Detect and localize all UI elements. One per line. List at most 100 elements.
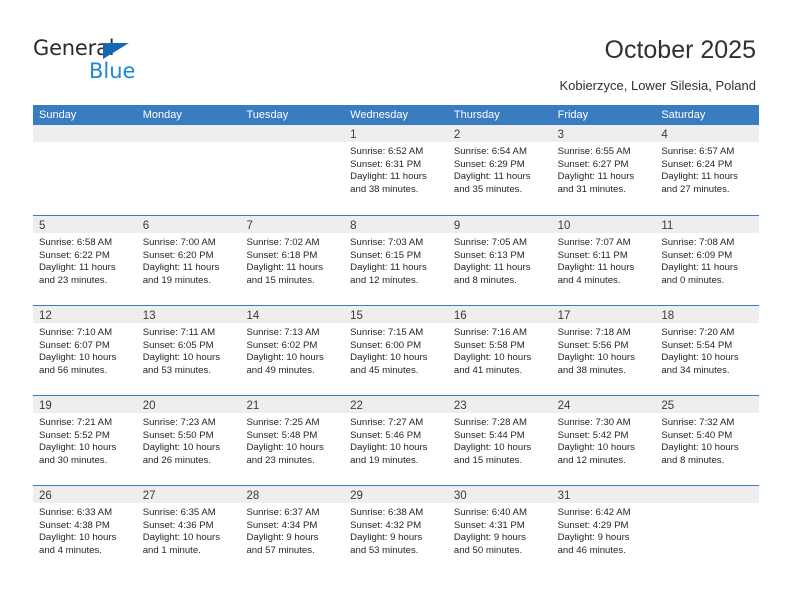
daylight-text-line2: and 19 minutes. bbox=[350, 454, 419, 466]
calendar-day-cell[interactable]: 13 Sunrise: 7:11 AM Sunset: 6:05 PM Dayligh… bbox=[136, 306, 241, 395]
calendar-day-cell[interactable]: 11 Sunrise: 7:08 AM Sunset: 6:09 PM Dayligh… bbox=[655, 216, 760, 305]
calendar-day-cell[interactable]: 8 Sunrise: 7:03 AM Sunset: 6:15 PM Daylight… bbox=[344, 216, 448, 305]
sunrise-text: Sunrise: 7:13 AM bbox=[246, 327, 320, 338]
day-number-band: 10 bbox=[551, 216, 656, 233]
daylight-text-line2: and 46 minutes. bbox=[557, 544, 626, 556]
sunrise-text: Sunrise: 7:28 AM bbox=[453, 417, 527, 428]
calendar-day-cell[interactable]: 20 Sunrise: 7:23 AM Sunset: 5:50 PM Dayligh… bbox=[136, 396, 241, 485]
day-details: Sunrise: 7:00 AM Sunset: 6:20 PM Daylight:… bbox=[137, 233, 241, 287]
day-number: 6 bbox=[142, 220, 150, 232]
calendar-page: General Blue October 2025 Kobierzyce, Lo… bbox=[0, 0, 792, 612]
daylight-text-line1: Daylight: 10 hours bbox=[557, 352, 635, 364]
calendar-day-cell[interactable]: 19 Sunrise: 7:21 AM Sunset: 5:52 PM Dayligh… bbox=[33, 396, 137, 485]
general-blue-logo[interactable]: General Blue bbox=[33, 36, 173, 88]
day-number: 10 bbox=[557, 220, 571, 232]
daylight-text-line1: Daylight: 9 hours bbox=[350, 532, 423, 544]
daylight-text-line2: and 1 minute. bbox=[142, 544, 201, 556]
day-number: 18 bbox=[661, 310, 675, 322]
calendar-day-cell[interactable]: 12 Sunrise: 7:10 AM Sunset: 6:07 PM Dayligh… bbox=[33, 306, 137, 395]
day-number: 9 bbox=[453, 220, 461, 232]
daylight-text-line2: and 12 minutes. bbox=[350, 274, 419, 286]
daylight-text-line2: and 30 minutes. bbox=[39, 454, 108, 466]
day-number: 15 bbox=[350, 310, 363, 322]
daylight-text-line1: Daylight: 10 hours bbox=[350, 352, 428, 364]
sunset-text: Sunset: 4:38 PM bbox=[39, 519, 110, 531]
sunset-text: Sunset: 6:15 PM bbox=[350, 249, 422, 261]
daylight-text-line2: and 4 minutes. bbox=[39, 544, 102, 556]
weekday-header-monday: Monday bbox=[142, 109, 182, 121]
day-number-band bbox=[33, 125, 137, 142]
calendar-day-cell[interactable]: 23 Sunrise: 7:28 AM Sunset: 5:44 PM Dayligh… bbox=[447, 396, 552, 485]
weekday-header-saturday: Saturday bbox=[661, 109, 706, 121]
calendar-day-cell[interactable]: 9 Sunrise: 7:05 AM Sunset: 6:13 PM Daylight… bbox=[447, 216, 552, 305]
daylight-text-line2: and 53 minutes. bbox=[350, 544, 419, 556]
calendar-day-cell[interactable]: 2 Sunrise: 6:54 AM Sunset: 6:29 PM Daylight… bbox=[447, 125, 552, 215]
sunrise-text: Sunrise: 7:15 AM bbox=[350, 327, 424, 338]
calendar-day-cell-empty bbox=[33, 125, 137, 215]
daylight-text-line2: and 41 minutes. bbox=[453, 364, 523, 376]
day-number-band: 21 bbox=[240, 396, 345, 413]
sunrise-text: Sunrise: 7:05 AM bbox=[453, 237, 527, 248]
calendar-day-cell[interactable]: 16 Sunrise: 7:16 AM Sunset: 5:58 PM Dayligh… bbox=[447, 306, 552, 395]
calendar-day-cell[interactable]: 15 Sunrise: 7:15 AM Sunset: 6:00 PM Dayligh… bbox=[344, 306, 448, 395]
day-number: 16 bbox=[453, 310, 467, 322]
daylight-text-line1: Daylight: 11 hours bbox=[557, 262, 635, 274]
daylight-text-line1: Daylight: 11 hours bbox=[453, 171, 531, 183]
calendar-day-cell[interactable]: 1 Sunrise: 6:52 AM Sunset: 6:31 PM Daylight… bbox=[344, 125, 448, 215]
day-number-band: 26 bbox=[33, 486, 137, 503]
calendar-day-cell[interactable]: 29 Sunrise: 6:38 AM Sunset: 4:32 PM Dayligh… bbox=[344, 486, 448, 575]
calendar-day-cell[interactable]: 18 Sunrise: 7:20 AM Sunset: 5:54 PM Dayligh… bbox=[655, 306, 760, 395]
day-number-band bbox=[240, 125, 345, 142]
day-number-band: 2 bbox=[447, 125, 552, 142]
calendar-week-row: 19 Sunrise: 7:21 AM Sunset: 5:52 PM Dayligh… bbox=[33, 395, 760, 485]
calendar-day-cell[interactable]: 6 Sunrise: 7:00 AM Sunset: 6:20 PM Daylight… bbox=[136, 216, 241, 305]
day-details: Sunrise: 6:57 AM Sunset: 6:24 PM Daylight:… bbox=[655, 142, 759, 196]
sunrise-text: Sunrise: 6:52 AM bbox=[350, 146, 424, 157]
day-details: Sunrise: 7:18 AM Sunset: 5:56 PM Daylight:… bbox=[552, 323, 656, 377]
sunset-text: Sunset: 6:00 PM bbox=[350, 339, 422, 351]
sunset-text: Sunset: 5:40 PM bbox=[661, 429, 733, 441]
calendar-day-cell[interactable]: 17 Sunrise: 7:18 AM Sunset: 5:56 PM Dayligh… bbox=[551, 306, 656, 395]
calendar-day-cell[interactable]: 31 Sunrise: 6:42 AM Sunset: 4:29 PM Dayligh… bbox=[551, 486, 656, 575]
daylight-text-line2: and 27 minutes. bbox=[661, 183, 730, 195]
daylight-text-line1: Daylight: 11 hours bbox=[661, 171, 738, 183]
calendar-day-cell[interactable]: 25 Sunrise: 7:32 AM Sunset: 5:40 PM Dayligh… bbox=[655, 396, 760, 485]
day-details: Sunrise: 7:07 AM Sunset: 6:11 PM Daylight:… bbox=[552, 233, 656, 287]
day-number: 14 bbox=[246, 310, 260, 322]
daylight-text-line2: and 56 minutes. bbox=[39, 364, 108, 376]
calendar-day-cell[interactable]: 28 Sunrise: 6:37 AM Sunset: 4:34 PM Dayligh… bbox=[240, 486, 345, 575]
sunset-text: Sunset: 6:27 PM bbox=[557, 158, 629, 170]
day-number-band bbox=[136, 125, 241, 142]
daylight-text-line1: Daylight: 10 hours bbox=[557, 442, 635, 454]
daylight-text-line1: Daylight: 11 hours bbox=[557, 171, 635, 183]
calendar-day-cell[interactable]: 27 Sunrise: 6:35 AM Sunset: 4:36 PM Dayligh… bbox=[136, 486, 241, 575]
day-number: 12 bbox=[39, 310, 52, 322]
day-number-band: 27 bbox=[136, 486, 241, 503]
day-number: 23 bbox=[453, 400, 467, 412]
sunset-text: Sunset: 6:02 PM bbox=[246, 339, 318, 351]
calendar-day-cell[interactable]: 5 Sunrise: 6:58 AM Sunset: 6:22 PM Daylight… bbox=[33, 216, 137, 305]
sunrise-text: Sunrise: 7:18 AM bbox=[557, 327, 631, 338]
page-subtitle: Kobierzyce, Lower Silesia, Poland bbox=[559, 78, 756, 93]
calendar-day-cell[interactable]: 14 Sunrise: 7:13 AM Sunset: 6:02 PM Dayligh… bbox=[240, 306, 345, 395]
sunset-text: Sunset: 6:31 PM bbox=[350, 158, 422, 170]
calendar-day-cell[interactable]: 7 Sunrise: 7:02 AM Sunset: 6:18 PM Daylight… bbox=[240, 216, 345, 305]
day-number: 24 bbox=[557, 400, 571, 412]
daylight-text-line2: and 23 minutes. bbox=[39, 274, 108, 286]
calendar-day-cell[interactable]: 22 Sunrise: 7:27 AM Sunset: 5:46 PM Dayligh… bbox=[344, 396, 448, 485]
daylight-text-line2: and 45 minutes. bbox=[350, 364, 419, 376]
day-number: 13 bbox=[142, 310, 156, 322]
calendar-day-cell[interactable]: 21 Sunrise: 7:25 AM Sunset: 5:48 PM Dayligh… bbox=[240, 396, 345, 485]
daylight-text-line1: Daylight: 11 hours bbox=[246, 262, 324, 274]
daylight-text-line2: and 0 minutes. bbox=[661, 274, 725, 286]
calendar-day-cell[interactable]: 4 Sunrise: 6:57 AM Sunset: 6:24 PM Daylight… bbox=[655, 125, 760, 215]
calendar-day-cell[interactable]: 26 Sunrise: 6:33 AM Sunset: 4:38 PM Dayligh… bbox=[33, 486, 137, 575]
calendar-day-cell[interactable]: 3 Sunrise: 6:55 AM Sunset: 6:27 PM Daylight… bbox=[551, 125, 656, 215]
calendar-day-cell[interactable]: 10 Sunrise: 7:07 AM Sunset: 6:11 PM Dayligh… bbox=[551, 216, 656, 305]
day-number: 20 bbox=[142, 400, 156, 412]
day-number-band: 31 bbox=[551, 486, 656, 503]
sunset-text: Sunset: 6:29 PM bbox=[453, 158, 525, 170]
calendar-day-cell[interactable]: 24 Sunrise: 7:30 AM Sunset: 5:42 PM Dayligh… bbox=[551, 396, 656, 485]
calendar-day-cell[interactable]: 30 Sunrise: 6:40 AM Sunset: 4:31 PM Dayligh… bbox=[447, 486, 552, 575]
daylight-text-line1: Daylight: 9 hours bbox=[557, 532, 630, 544]
